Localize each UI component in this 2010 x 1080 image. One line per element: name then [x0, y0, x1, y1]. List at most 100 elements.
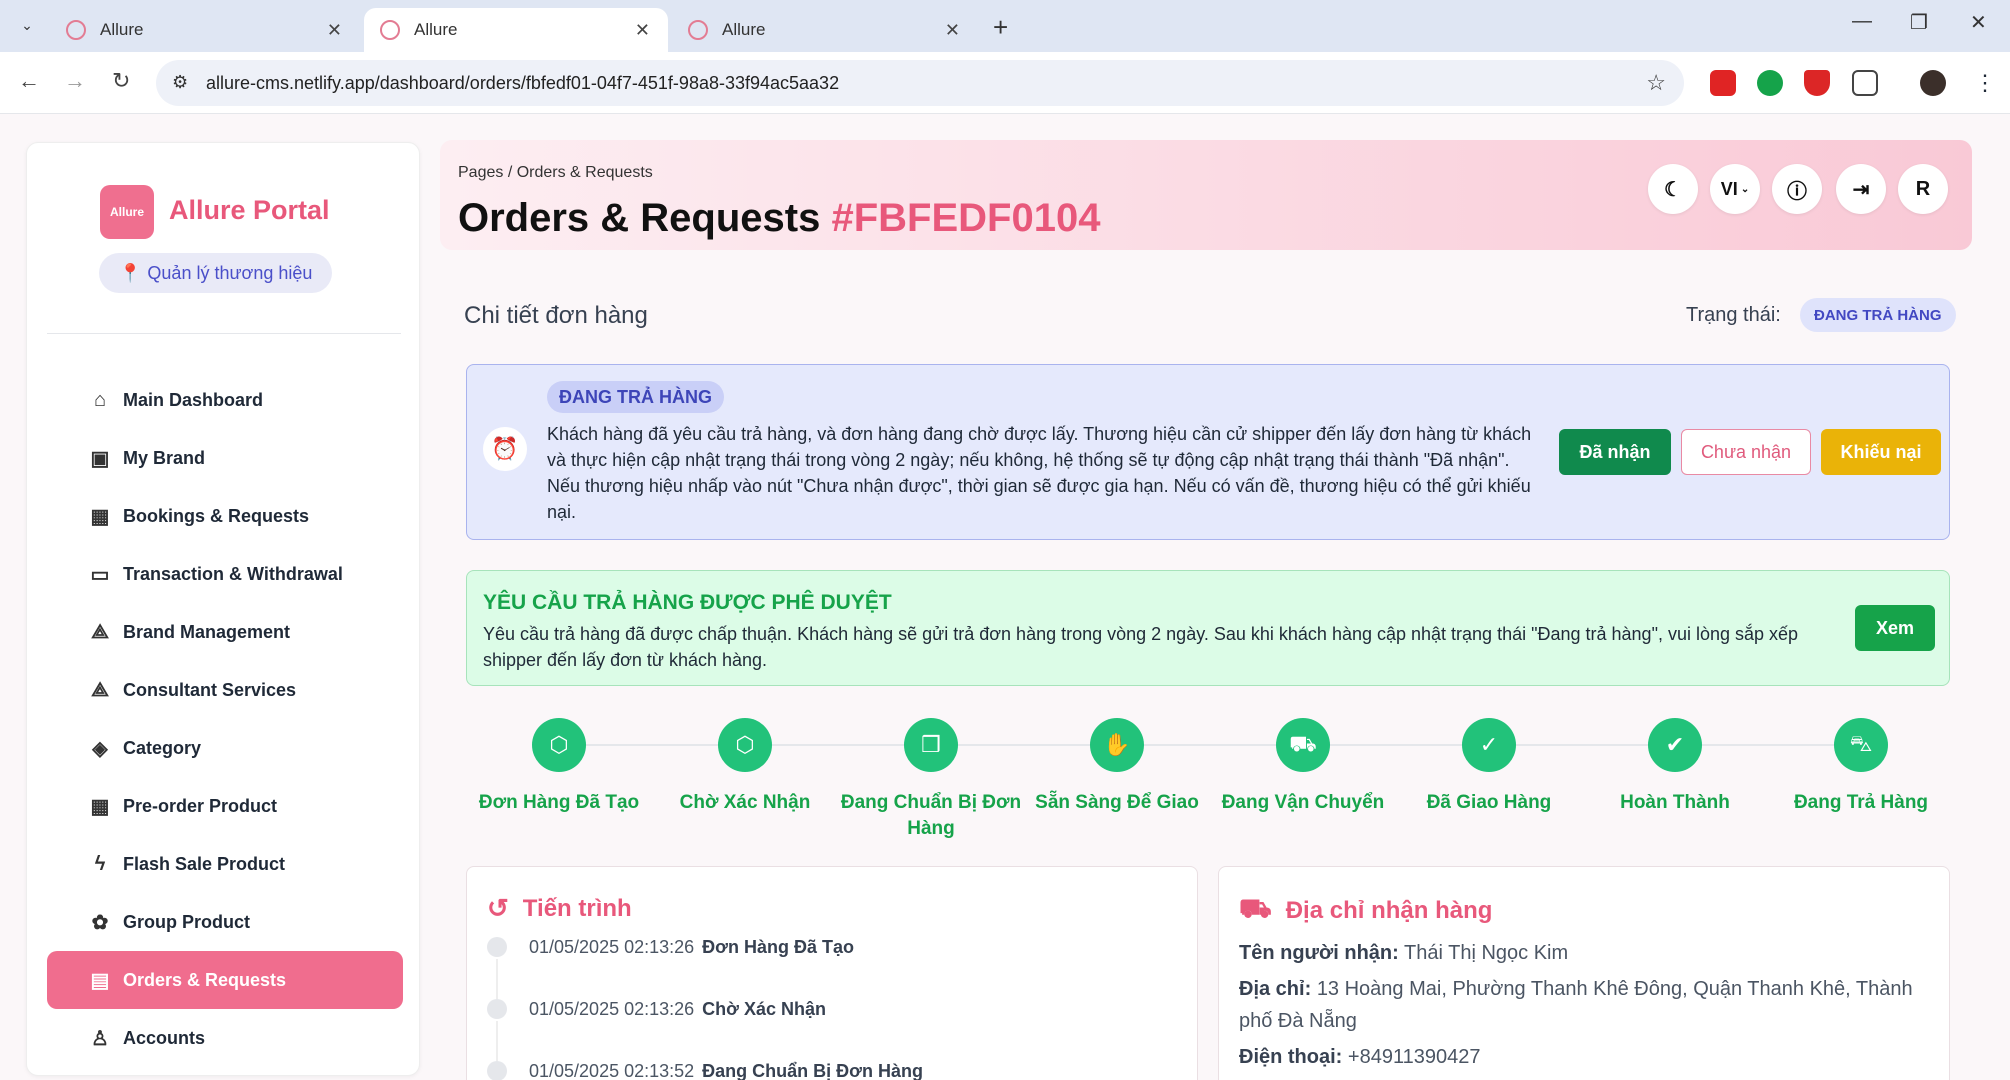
restore-icon[interactable]: ❐ — [1910, 10, 1928, 35]
pin-icon: 📍 — [119, 262, 142, 283]
youtube-extension-icon[interactable] — [1710, 70, 1736, 96]
role-label: Quản lý thương hiệu — [147, 262, 313, 283]
step-item: ⬡ Chờ Xác Nhận — [652, 718, 838, 816]
back-icon[interactable]: ← — [18, 68, 40, 94]
tab-close-icon[interactable]: ✕ — [945, 20, 960, 41]
favicon-icon — [380, 20, 400, 40]
browser-menu-icon[interactable]: ⋮ — [1972, 70, 1998, 96]
sidebar-item-label: Bookings & Requests — [123, 505, 310, 526]
forward-icon[interactable]: → — [64, 68, 86, 94]
sidebar-item-preorder[interactable]: ▦ Pre-order Product — [47, 777, 403, 835]
dark-mode-icon[interactable]: ☾ — [1648, 164, 1698, 214]
step-item: ✓ Đã Giao Hàng — [1396, 718, 1582, 816]
document-icon: ▤ — [90, 969, 110, 992]
tab-close-icon[interactable]: ✕ — [635, 20, 650, 41]
sidebar-item-label: Pre-order Product — [123, 795, 278, 816]
logout-icon[interactable]: ⇥ — [1836, 164, 1886, 214]
address-label: Địa chỉ: — [1239, 978, 1312, 1000]
user-icon: ♙ — [91, 1027, 109, 1050]
chevron-down-icon: ⌄ — [1740, 183, 1750, 195]
returning-alert: ⏰ ĐANG TRẢ HÀNG Khách hàng đã yêu cầu tr… — [466, 364, 1950, 540]
tab-title: Allure — [414, 20, 458, 39]
order-code: #FBFEDF0104 — [831, 196, 1101, 240]
order-progress-steps: ⬡ Đơn Hàng Đã Tạo ⬡ Chờ Xác Nhận ❒ Đang Chu… — [466, 718, 1950, 848]
event-time: 01/05/2025 02:13:26 — [529, 999, 695, 1019]
returning-alert-text: Khách hàng đã yêu cầu trả hàng, và đơn h… — [547, 424, 1532, 522]
event-label: Đơn Hàng Đã Tạo — [702, 937, 854, 957]
site-info-icon[interactable]: ⚙ — [172, 72, 188, 93]
approved-alert: YÊU CẦU TRẢ HÀNG ĐƯỢC PHÊ DUYỆT Yêu cầu … — [466, 570, 1950, 686]
step-label: Đơn Hàng Đã Tạo — [478, 792, 640, 813]
step-item: ⬡ Đơn Hàng Đã Tạo — [466, 718, 652, 816]
omnibox[interactable]: ⚙ allure-cms.netlify.app/dashboard/order… — [156, 60, 1684, 106]
grammarly-extension-icon[interactable] — [1757, 70, 1783, 96]
step-label: Đang Vận Chuyển — [1221, 792, 1385, 813]
close-window-icon[interactable]: ✕ — [1970, 10, 1987, 35]
event-time: 01/05/2025 02:13:26 — [529, 937, 695, 957]
sidebar-item-orders[interactable]: ▤ Orders & Requests — [47, 951, 403, 1009]
url-text[interactable]: allure-cms.netlify.app/dashboard/orders/… — [206, 73, 839, 94]
tab-search-dropdown-icon[interactable]: ⌄ — [12, 10, 42, 40]
sidebar-item-main-dashboard[interactable]: ⌂ Main Dashboard — [47, 371, 403, 429]
hand-icon: ✋ — [1090, 718, 1144, 772]
timeline-card: ↺ Tiến trình 01/05/2025 02:13:26 Đơn Hàng … — [466, 866, 1198, 1080]
browser-tab[interactable]: Allure ✕ — [50, 8, 360, 52]
phone-value: +84911390427 — [1347, 1046, 1481, 1068]
browser-tab-active[interactable]: Allure ✕ — [364, 8, 668, 52]
step-label: Đã Giao Hàng — [1426, 792, 1552, 813]
avatar[interactable]: R — [1898, 164, 1948, 214]
phone-label: Điện thoại: — [1239, 1046, 1343, 1068]
browser-tab-strip: ⌄ Allure ✕ Allure ✕ Allure ✕ + — ❐ ✕ — [0, 0, 2010, 52]
tab-close-icon[interactable]: ✕ — [327, 20, 342, 41]
box-icon: ⬡ — [532, 718, 586, 772]
sidebar-item-label: Main Dashboard — [123, 389, 264, 410]
truck-icon: ⛟ — [1239, 893, 1272, 923]
shield-extension-icon[interactable] — [1804, 70, 1830, 96]
sidebar-item-bookings[interactable]: ▦ Bookings & Requests — [47, 487, 403, 545]
profile-avatar-icon[interactable] — [1920, 70, 1946, 96]
minimize-icon[interactable]: — — [1852, 10, 1872, 33]
sidebar-item-my-brand[interactable]: ▣ My Brand — [47, 429, 403, 487]
section-title: Chi tiết đơn hàng — [464, 302, 648, 329]
timeline-title: ↺ Tiến trình — [487, 893, 632, 924]
home-icon: ⌂ — [93, 388, 107, 411]
sidebar: Allure Allure Portal 📍 Quản lý thương hi… — [26, 142, 420, 1076]
complaint-button[interactable]: Khiếu nại — [1821, 429, 1941, 475]
sidebar-item-category[interactable]: ◈ Category — [47, 719, 403, 777]
browser-tab[interactable]: Allure ✕ — [672, 8, 978, 52]
sidebar-item-label: Orders & Requests — [123, 969, 287, 990]
sidebar-item-brand-management[interactable]: ⟁ Brand Management — [47, 603, 403, 661]
address-value: 13 Hoàng Mai, Phường Thanh Khê Đông, Quậ… — [1239, 978, 1913, 1032]
not-received-button[interactable]: Chưa nhận — [1681, 429, 1811, 475]
sidebar-item-accounts[interactable]: ♙ Accounts — [47, 1009, 403, 1067]
info-icon[interactable]: ⓘ — [1772, 164, 1822, 214]
alarm-icon: ⏰ — [483, 427, 527, 471]
view-button[interactable]: Xem — [1855, 605, 1935, 651]
reload-icon[interactable]: ↻ — [112, 68, 130, 94]
approved-alert-text: Yêu cầu trả hàng đã được chấp thuận. Khá… — [483, 624, 1799, 670]
sidebar-item-flash-sale[interactable]: ϟ Flash Sale Product — [47, 835, 403, 893]
breadcrumb: Pages / Orders & Requests — [458, 164, 653, 181]
check-circle-icon: ✓ — [1462, 718, 1516, 772]
sidebar-item-consultant[interactable]: ⟁ Consultant Services — [47, 661, 403, 719]
bolt-icon: ϟ — [94, 852, 106, 875]
favicon-icon — [688, 20, 708, 40]
consult-icon: ⟁ — [91, 678, 109, 701]
tab-title: Allure — [100, 20, 144, 39]
received-button[interactable]: Đã nhận — [1559, 429, 1671, 475]
favicon-icon — [66, 20, 86, 40]
sidebar-item-label: Group Product — [123, 911, 250, 932]
extensions-puzzle-icon[interactable] — [1852, 70, 1878, 96]
receiver-label: Tên người nhận: — [1239, 942, 1399, 964]
sidebar-item-transaction[interactable]: ▭ Transaction & Withdrawal — [47, 545, 403, 603]
sidebar-item-group-product[interactable]: ✿ Group Product — [47, 893, 403, 951]
event-label: Đang Chuẩn Bị Đơn Hàng — [702, 1061, 923, 1080]
truck-icon: ⛟ — [1276, 718, 1330, 772]
language-selector[interactable]: VI ⌄ — [1710, 164, 1760, 214]
step-label: Đang Trả Hàng — [1793, 792, 1929, 813]
new-tab-icon[interactable]: + — [993, 12, 1008, 43]
badge-icon: ▣ — [90, 447, 110, 470]
sidebar-item-label: Transaction & Withdrawal — [123, 563, 343, 584]
logo[interactable]: Allure — [100, 185, 154, 239]
bookmark-star-icon[interactable]: ☆ — [1646, 70, 1666, 96]
